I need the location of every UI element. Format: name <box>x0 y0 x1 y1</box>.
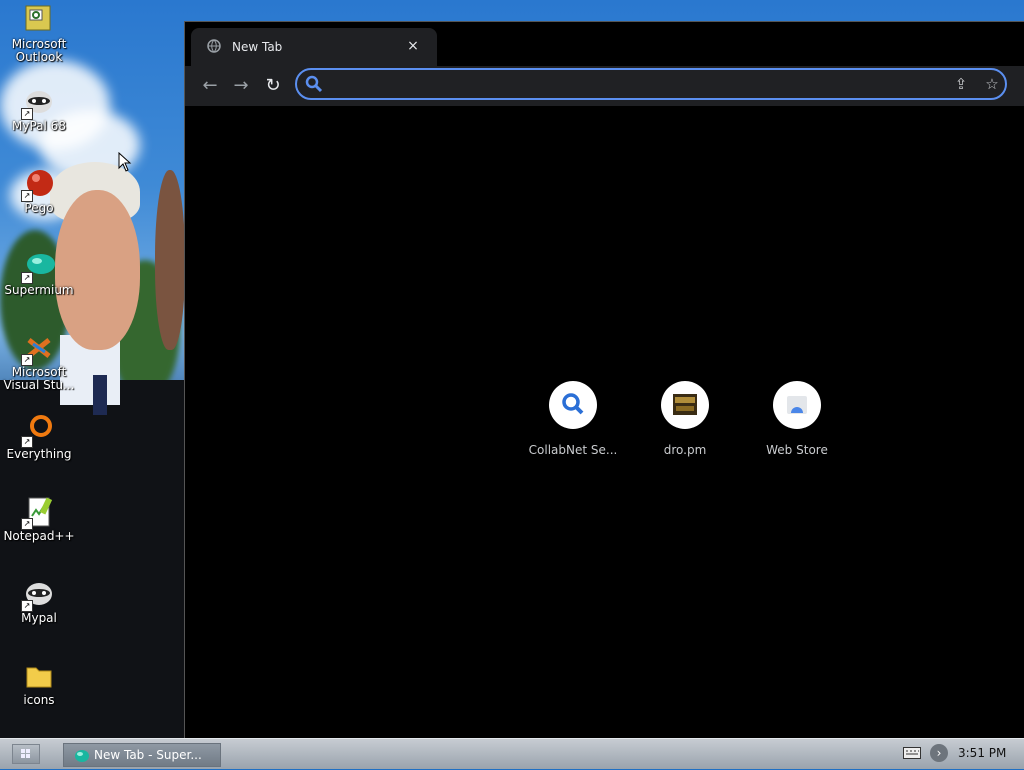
desktop-icon-pego[interactable]: ↗ Pego <box>2 168 76 215</box>
shortcut-web-store[interactable]: Web Store <box>747 381 847 457</box>
desktop-icon-supermium[interactable]: ↗ Supermium <box>2 250 76 297</box>
desktop-icon-visual-studio[interactable]: ↗ Microsoft Visual Stu... <box>2 332 76 392</box>
close-tab-icon[interactable]: × <box>403 36 423 56</box>
bookmark-star-icon[interactable]: ☆ <box>983 75 1001 93</box>
taskbar-item-label: New Tab - Super... <box>94 748 202 762</box>
reload-button[interactable]: ↻ <box>262 75 284 97</box>
taskbar: New Tab - Super... › 3:51 PM <box>0 738 1024 769</box>
start-menu-icon <box>21 749 30 758</box>
globe-icon <box>207 39 221 53</box>
tab-strip: New Tab × <box>185 22 1024 66</box>
tray-expand-icon[interactable]: › <box>930 744 948 762</box>
desktop-icon-label: Notepad++ <box>3 529 75 543</box>
visual-studio-icon: ↗ <box>21 332 55 366</box>
shortcut-dro-pm[interactable]: dro.pm <box>635 381 735 457</box>
address-input[interactable] <box>331 74 935 96</box>
desktop-icon-label: Mypal <box>21 611 57 625</box>
desktop-icon-label: MyPal 68 <box>12 119 66 133</box>
desktop-icon-label: Supermium <box>4 283 74 297</box>
desktop-icon-icons-folder[interactable]: icons <box>2 660 76 707</box>
pego-icon: ↗ <box>21 168 55 202</box>
desktop-icon-outlook[interactable]: Microsoft Outlook <box>2 4 76 64</box>
supermium-icon <box>74 748 90 762</box>
search-icon <box>305 75 323 93</box>
browser-toolbar: ← → ↻ ⇪ ☆ <box>185 66 1024 106</box>
shortcut-label: CollabNet Se... <box>528 443 618 457</box>
back-button[interactable]: ← <box>199 75 221 97</box>
desktop-icon-label: icons <box>23 693 55 707</box>
desktop-icon-mypal-68[interactable]: ↗ MyPal 68 <box>2 86 76 133</box>
mouse-cursor-icon <box>118 151 132 172</box>
everything-icon: ↗ <box>21 414 55 448</box>
search-icon <box>549 381 597 429</box>
shortcut-label: Web Store <box>766 443 828 457</box>
desktop-icon-label-line2: Outlook <box>15 50 63 64</box>
desktop-icon-notepad-plus-plus[interactable]: ↗ Notepad++ <box>2 496 76 543</box>
keyboard-icon[interactable] <box>903 747 921 759</box>
web-store-icon <box>773 381 821 429</box>
shortcut-label: dro.pm <box>663 443 707 457</box>
desktop-icon-label: Pego <box>24 201 54 215</box>
clock[interactable]: 3:51 PM <box>958 746 1006 760</box>
raccoon-icon: ↗ <box>21 578 55 612</box>
address-bar[interactable]: ⇪ ☆ <box>295 68 1007 100</box>
shortcut-collabnet-search[interactable]: CollabNet Se... <box>523 381 623 457</box>
outlook-icon <box>23 4 55 36</box>
raccoon-icon: ↗ <box>21 86 55 120</box>
folder-icon <box>23 660 55 692</box>
share-icon[interactable]: ⇪ <box>952 75 970 93</box>
supermium-icon: ↗ <box>21 250 55 284</box>
new-tab-page: CollabNet Se... dro.pm Web Store <box>185 106 1024 739</box>
desktop-icon-everything[interactable]: ↗ Everything <box>2 414 76 461</box>
forward-button[interactable]: → <box>230 75 252 97</box>
desktop-icon-label: Everything <box>6 447 72 461</box>
notepad-plus-plus-icon: ↗ <box>21 496 55 530</box>
tab-title: New Tab <box>232 40 283 54</box>
taskbar-item-browser[interactable]: New Tab - Super... <box>63 743 221 767</box>
desktop-icon-label-line2: Visual Stu... <box>3 378 75 392</box>
desktop-icon-mypal[interactable]: ↗ Mypal <box>2 578 76 625</box>
start-button[interactable] <box>12 744 40 764</box>
site-thumbnail-icon <box>661 381 709 429</box>
browser-window: New Tab × ← → ↻ ⇪ ☆ CollabNet Se... dro.… <box>184 21 1024 739</box>
tab-new-tab[interactable]: New Tab × <box>191 28 437 66</box>
